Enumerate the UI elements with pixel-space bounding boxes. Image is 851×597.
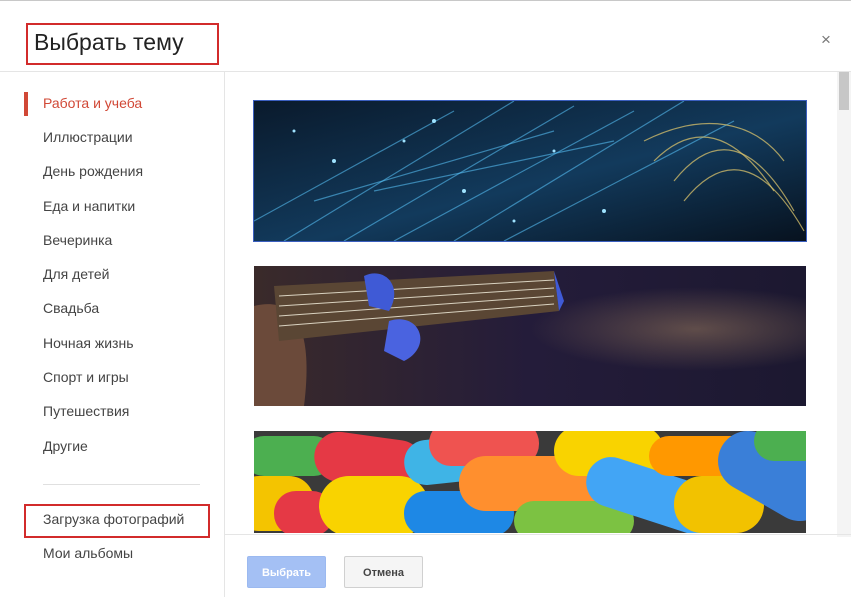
sidebar-item-my-albums[interactable]: Мои альбомы — [24, 541, 224, 567]
sidebar-separator — [43, 484, 200, 485]
sidebar-item-label: Еда и напитки — [43, 198, 136, 214]
sidebar-item-party[interactable]: Вечеринка — [24, 228, 224, 254]
theme-dialog: Выбрать тему × Работа и учеба Иллюстраци… — [0, 0, 851, 597]
sidebar-item-food-drinks[interactable]: Еда и напитки — [24, 194, 224, 220]
cancel-button[interactable]: Отмена — [344, 556, 423, 588]
scrollbar-track[interactable] — [837, 72, 851, 537]
theme-thumbnail-guitar[interactable] — [254, 266, 806, 406]
sidebar-item-travel[interactable]: Путешествия — [24, 399, 224, 425]
select-button[interactable]: Выбрать — [247, 556, 326, 588]
sidebar-item-sports-games[interactable]: Спорт и игры — [24, 365, 224, 391]
sidebar-divider — [224, 72, 225, 597]
sidebar-item-label: Вечеринка — [43, 232, 113, 248]
sidebar-item-label: Путешествия — [43, 403, 130, 419]
sidebar-item-birthday[interactable]: День рождения — [24, 159, 224, 185]
sidebar-item-label: Спорт и игры — [43, 369, 129, 385]
theme-thumbnail-fiber-optics[interactable] — [253, 100, 807, 242]
footer-divider — [225, 534, 851, 535]
sidebar-item-illustrations[interactable]: Иллюстрации — [24, 125, 224, 151]
sidebar-item-label: Работа и учеба — [43, 95, 143, 111]
sidebar-item-upload-photos[interactable]: Загрузка фотографий — [24, 507, 224, 533]
sidebar-item-nightlife[interactable]: Ночная жизнь — [24, 331, 224, 357]
sidebar-item-label: Свадьба — [43, 300, 100, 316]
theme-thumbnail-candy[interactable] — [254, 431, 806, 533]
sidebar-item-label: Мои альбомы — [43, 545, 134, 561]
candy-image — [254, 431, 806, 533]
sidebar-item-label: Иллюстрации — [43, 129, 133, 145]
sidebar-item-label: Для детей — [43, 266, 110, 282]
guitar-image — [254, 266, 806, 406]
title-highlight-box — [26, 23, 219, 65]
sidebar-item-label: Ночная жизнь — [43, 335, 134, 351]
sidebar-item-label: Загрузка фотографий — [43, 511, 185, 527]
sidebar-item-wedding[interactable]: Свадьба — [24, 296, 224, 322]
sidebar-item-work-study[interactable]: Работа и учеба — [24, 91, 224, 117]
sidebar-item-other[interactable]: Другие — [24, 434, 224, 460]
sidebar-item-kids[interactable]: Для детей — [24, 262, 224, 288]
close-icon[interactable]: × — [815, 29, 837, 51]
header-divider — [0, 71, 851, 72]
fiber-optics-image — [254, 101, 806, 241]
sidebar-item-label: Другие — [43, 438, 88, 454]
sidebar-item-label: День рождения — [43, 163, 144, 179]
scrollbar-thumb[interactable] — [839, 72, 849, 110]
